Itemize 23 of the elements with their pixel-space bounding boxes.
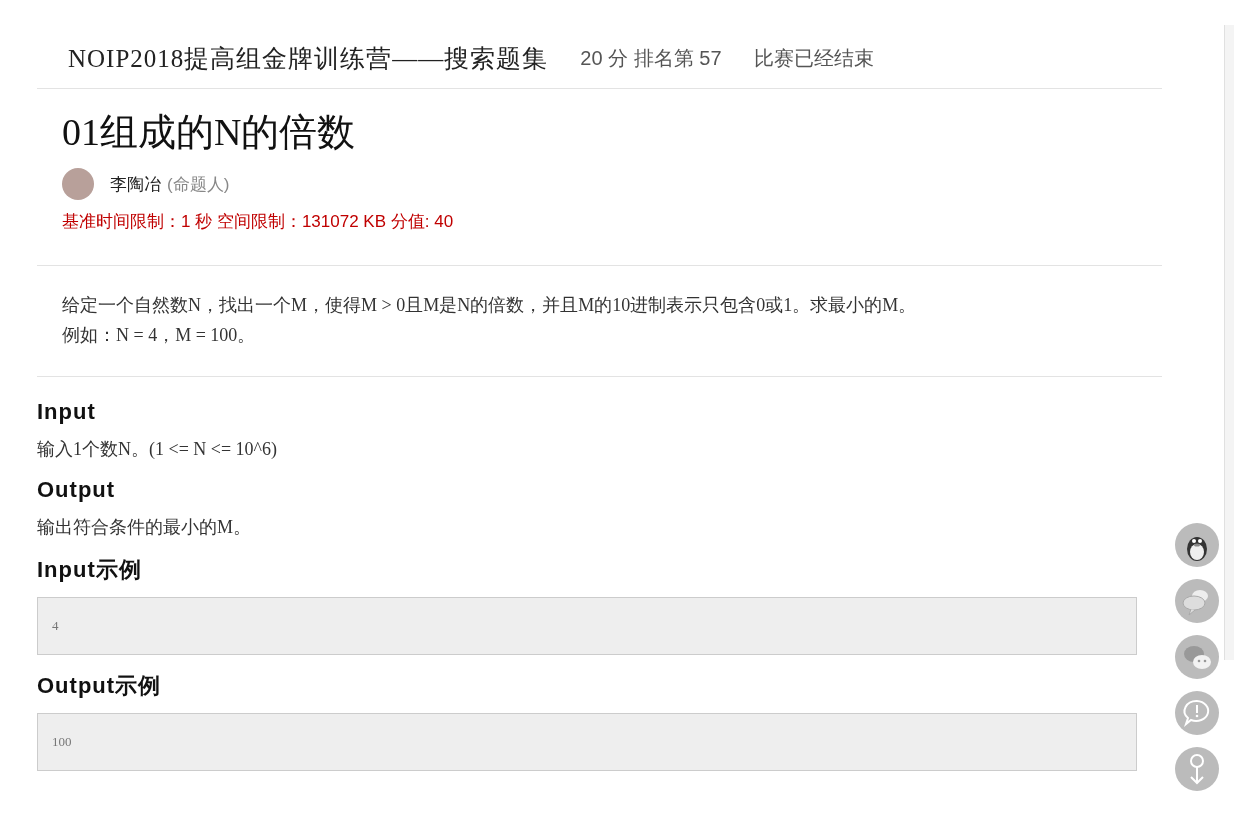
score-rank: 20 分 排名第 57 [580, 45, 722, 71]
contest-status: 比赛已经结束 [753, 45, 874, 71]
section-heading: Output [37, 477, 117, 503]
description-text: 给定一个自然数N，找出一个M，使得M > 0且M是N的倍数，并且M的10进制表示只包含0或1。求最小的M。 [62, 294, 918, 317]
feedback-icon[interactable] [1175, 691, 1219, 735]
chat-faces-icon[interactable] [1175, 635, 1219, 679]
limits-text: 基准时间限制：1 秒 空间限制：131072 KB 分值: 40 [62, 211, 455, 233]
contest-title: NOIP2018提高组金牌训练营——搜索题集 [68, 43, 549, 74]
description-text: 例如：N = 4，M = 100。 [62, 324, 257, 347]
penguin-icon[interactable] [1175, 523, 1219, 567]
sample-box: 100 [37, 713, 1137, 771]
section-text: 输出符合条件的最小的M。 [37, 516, 252, 539]
problem-title: 01组成的N的倍数 [62, 110, 357, 155]
author-role: (命题人) [167, 173, 230, 196]
author-name: 李陶冶 [110, 173, 161, 196]
download-icon[interactable] [1175, 747, 1219, 791]
section-heading: Input示例 [37, 556, 143, 584]
sample-box: 4 [37, 597, 1137, 655]
section-heading: Input [37, 399, 97, 425]
chat-bubbles-icon[interactable] [1175, 579, 1219, 623]
section-heading: Output示例 [37, 672, 163, 700]
section-text: 输入1个数N。(1 <= N <= 10^6) [37, 438, 279, 461]
avatar [62, 168, 94, 200]
